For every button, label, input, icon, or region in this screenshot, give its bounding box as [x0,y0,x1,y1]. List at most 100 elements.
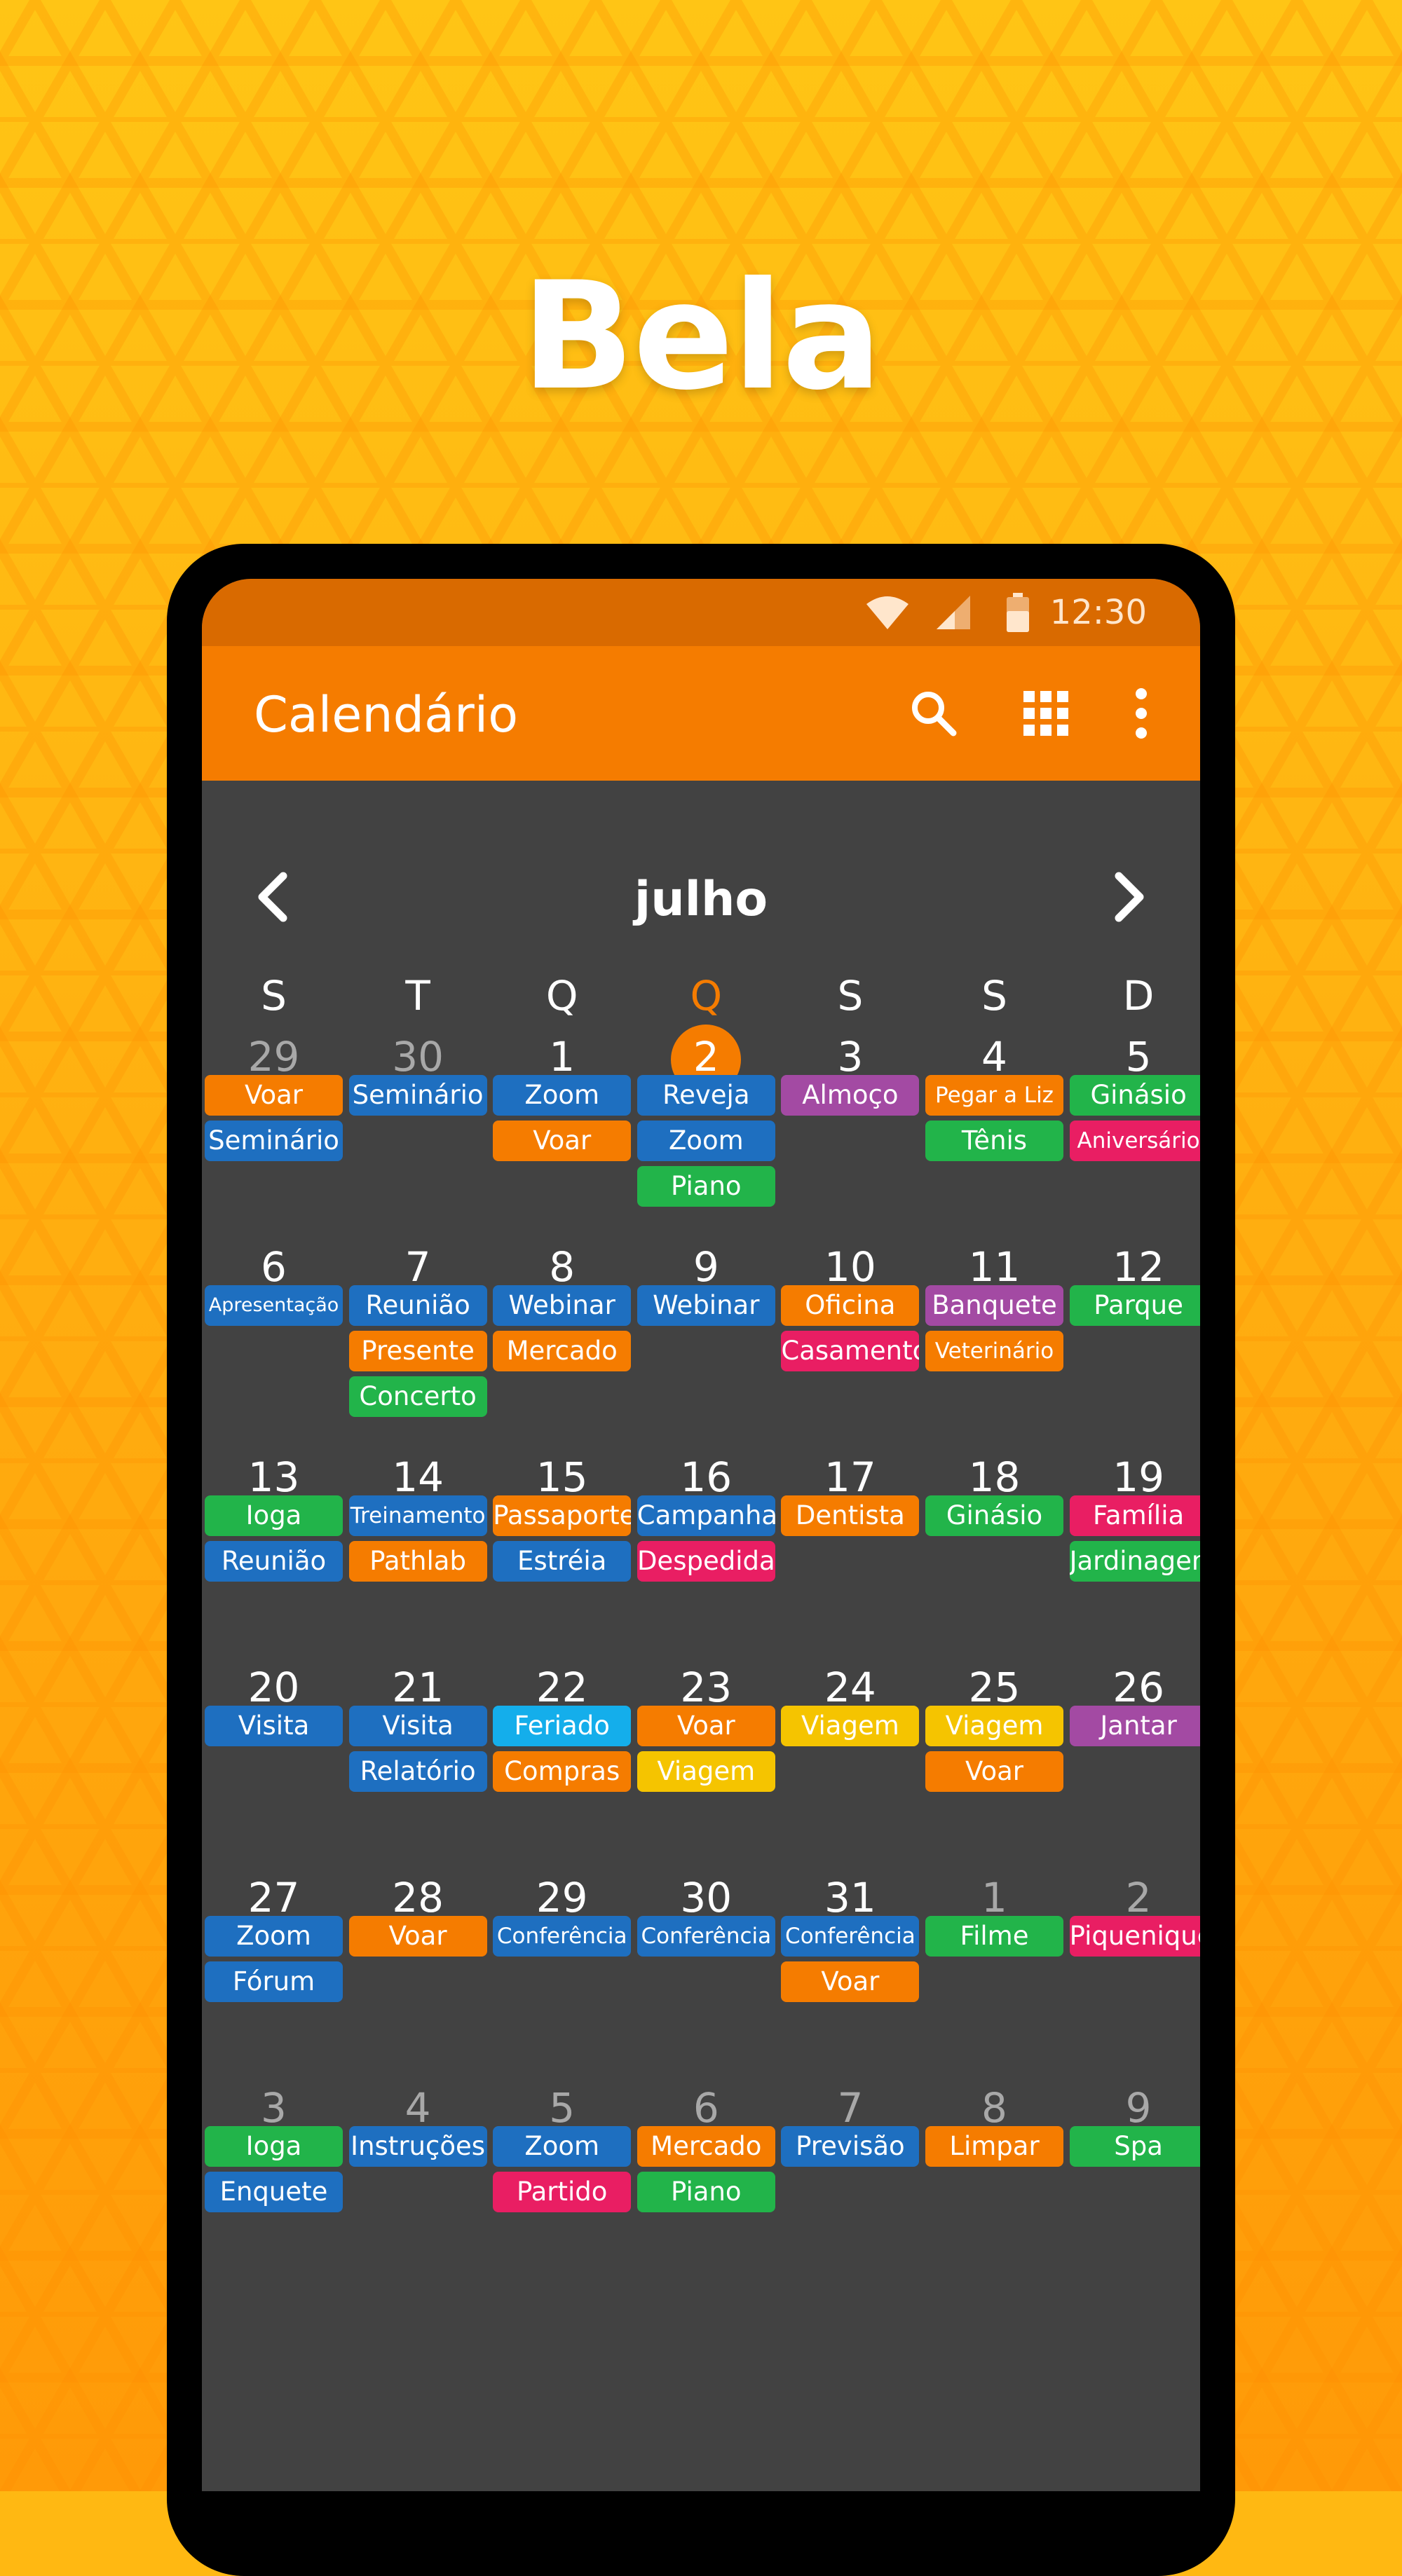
day-cell[interactable]: 19FamíliaJardinagem [1067,1449,1200,1659]
day-cell[interactable]: 17 Dentista [778,1449,922,1659]
event-chip[interactable]: Almoço [781,1075,920,1116]
event-chip[interactable]: Reunião [205,1541,343,1582]
day-cell[interactable]: 8 Webinar Mercado [490,1239,634,1449]
event-chip[interactable]: Zoom [637,1121,775,1161]
event-chip[interactable]: Zoom [493,2126,632,2167]
event-chip[interactable]: Compras [493,1751,632,1792]
day-cell[interactable]: 9 Webinar [634,1239,778,1449]
event-chip[interactable]: Estréia [493,1541,632,1582]
event-chip[interactable]: Webinar [637,1285,775,1326]
event-chip[interactable]: Voar [493,1121,632,1161]
event-chip[interactable]: Parque [1069,1285,1200,1326]
event-chip[interactable]: Instruções [348,2126,487,2167]
day-cell[interactable]: 14 Treinamento Pathlab [346,1449,490,1659]
event-chip[interactable]: Piquenique [1069,1916,1200,1957]
day-cell[interactable]: 6 Apresentação [202,1239,346,1449]
day-cell[interactable]: 24 Viagem [778,1659,922,1870]
event-chip[interactable]: Treinamento [348,1495,487,1536]
event-chip[interactable]: Filme [925,1916,1063,1957]
day-cell[interactable]: 1 Zoom Voar [490,1029,634,1239]
event-chip[interactable]: Voar [205,1075,343,1116]
grid-view-icon[interactable] [1018,685,1074,741]
event-chip[interactable]: Visita [205,1706,343,1746]
event-chip[interactable]: Voar [348,1916,487,1957]
day-cell[interactable]: 30 Seminário [346,1029,490,1239]
event-chip[interactable]: Passaporte [493,1495,632,1536]
event-chip[interactable]: Seminário [205,1121,343,1161]
event-chip[interactable]: Tênis [925,1121,1063,1161]
event-chip[interactable]: Voar [637,1706,775,1746]
event-chip[interactable]: Voar [781,1961,920,2002]
event-chip[interactable]: Ginásio [925,1495,1063,1536]
day-cell[interactable]: 3 Almoço [778,1029,922,1239]
event-chip[interactable]: Ginásio [1069,1075,1200,1116]
day-cell[interactable]: 5 Zoom Partido [490,2080,634,2290]
day-cell[interactable]: 6 Mercado Piano [634,2080,778,2290]
event-chip[interactable]: Aniversário [1069,1121,1200,1161]
event-chip[interactable]: Mercado [493,1331,632,1371]
day-cell[interactable]: 3 Ioga Enquete [202,2080,346,2290]
search-icon[interactable] [906,685,962,741]
day-cell[interactable]: 5 Ginásio Aniversário [1067,1029,1200,1239]
event-chip[interactable]: Jantar [1069,1706,1200,1746]
event-chip[interactable]: Concerto [348,1376,487,1417]
day-cell[interactable]: 30 Conferência [634,1870,778,2080]
day-cell[interactable]: 29 Conferência [490,1870,634,2080]
event-chip[interactable]: Zoom [205,1916,343,1957]
more-vert-icon[interactable] [1113,685,1169,741]
event-chip[interactable]: Visita [348,1706,487,1746]
event-chip[interactable]: Spa [1069,2126,1200,2167]
day-cell[interactable]: 18 Ginásio [923,1449,1066,1659]
event-chip[interactable]: Pegar a Liz [925,1075,1063,1116]
event-chip[interactable]: Reveja [637,1075,775,1116]
day-cell[interactable]: 7 Reunião Presente Concerto [346,1239,490,1449]
event-chip[interactable]: Viagem [781,1706,920,1746]
event-chip[interactable]: Viagem [637,1751,775,1792]
event-chip[interactable]: Piano [637,2172,775,2212]
day-cell[interactable]: 22 Feriado Compras [490,1659,634,1870]
day-cell[interactable]: 21 Visita Relatório [346,1659,490,1870]
day-cell[interactable]: 27 Zoom Fórum [202,1870,346,2080]
event-chip[interactable]: Limpar [925,2126,1063,2167]
event-chip[interactable]: Partido [493,2172,632,2212]
event-chip[interactable]: Presente [348,1331,487,1371]
month-title[interactable]: julho [202,872,1200,928]
event-chip[interactable]: Zoom [493,1075,632,1116]
event-chip[interactable]: Conferência [637,1916,775,1957]
event-chip[interactable]: Despedida [637,1541,775,1582]
day-cell[interactable]: 25 Viagem Voar [923,1659,1066,1870]
day-cell[interactable]: 15 Passaporte Estréia [490,1449,634,1659]
day-cell[interactable]: 28 Voar [346,1870,490,2080]
day-cell[interactable]: 31 Conferência Voar [778,1870,922,2080]
day-cell[interactable]: 12 Parque [1067,1239,1200,1449]
chevron-right-icon[interactable] [1094,862,1164,932]
day-cell[interactable]: 4 Instruções [346,2080,490,2290]
event-chip[interactable]: Conferência [781,1916,920,1957]
event-chip[interactable]: Apresentação [205,1285,343,1326]
event-chip[interactable]: Relatório [348,1751,487,1792]
event-chip[interactable]: Mercado [637,2126,775,2167]
event-chip[interactable]: Fórum [205,1961,343,2002]
day-cell[interactable]: 4 Pegar a Liz Tênis [923,1029,1066,1239]
event-chip[interactable]: Enquete [205,2172,343,2212]
day-cell[interactable]: 2 Piquenique [1067,1870,1200,2080]
event-chip[interactable]: Conferência [493,1916,632,1957]
event-chip[interactable]: Feriado [493,1706,632,1746]
day-cell[interactable]: 16 Campanha Despedida [634,1449,778,1659]
day-cell[interactable]: 8 Limpar [923,2080,1066,2290]
day-cell[interactable]: 2 Reveja Zoom Piano [634,1025,778,1239]
event-chip[interactable]: Reunião [348,1285,487,1326]
day-cell[interactable]: 13 Ioga Reunião [202,1449,346,1659]
event-chip[interactable]: Ioga [205,2126,343,2167]
day-cell[interactable]: 11 Banquete Veterinário [923,1239,1066,1449]
day-cell[interactable]: 7 Previsão [778,2080,922,2290]
day-cell[interactable]: 20 Visita [202,1659,346,1870]
event-chip[interactable]: Veterinário [925,1331,1063,1371]
day-cell[interactable]: 10 Oficina Casamento [778,1239,922,1449]
event-chip[interactable]: Seminário [348,1075,487,1116]
event-chip[interactable]: Família [1069,1495,1200,1536]
event-chip[interactable]: Campanha [637,1495,775,1536]
day-cell[interactable]: 26 Jantar [1067,1659,1200,1870]
event-chip[interactable]: Webinar [493,1285,632,1326]
day-cell[interactable]: 29 Voar Seminário [202,1029,346,1239]
